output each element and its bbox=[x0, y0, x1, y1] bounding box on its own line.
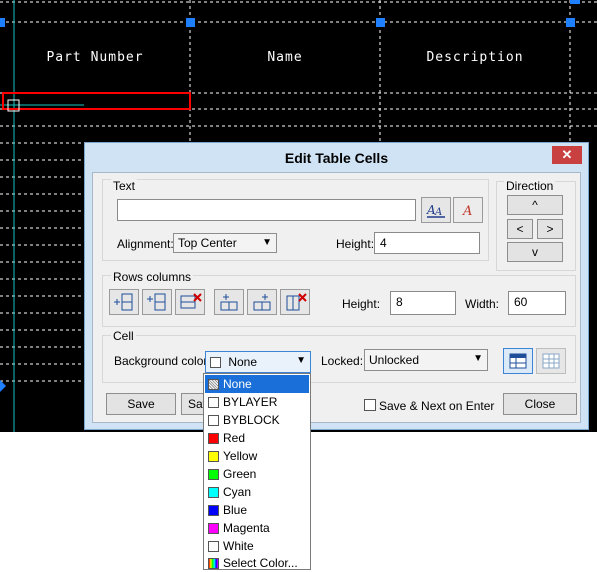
column-width-input[interactable]: 60 bbox=[508, 291, 566, 315]
dropdown-item-red[interactable]: Red bbox=[205, 429, 309, 447]
text-height-label: Height: bbox=[336, 237, 375, 251]
text-height-input[interactable]: 4 bbox=[374, 232, 480, 254]
background-color-dropdown: None BYLAYER BYBLOCK Red Yellow Green Cy… bbox=[203, 373, 311, 570]
grip-handle[interactable] bbox=[0, 18, 5, 27]
dropdown-item-bylayer[interactable]: BYLAYER bbox=[205, 393, 309, 411]
alignment-value: Top Center bbox=[178, 236, 237, 250]
locked-label: Locked: bbox=[321, 354, 364, 368]
color-swatch-icon bbox=[208, 451, 219, 462]
chevron-down-icon: ▼ bbox=[296, 355, 306, 366]
table-header-description: Description bbox=[426, 50, 524, 65]
background-color-select[interactable]: None ▼ bbox=[205, 351, 311, 373]
close-button[interactable]: Close bbox=[503, 393, 577, 415]
chevron-down-icon: ▼ bbox=[473, 353, 483, 364]
dropdown-item-yellow[interactable]: Yellow bbox=[205, 447, 309, 465]
color-swatch-icon bbox=[208, 379, 219, 390]
text-input[interactable] bbox=[117, 199, 416, 221]
color-swatch-icon bbox=[208, 541, 219, 552]
text-format-icon[interactable]: AA bbox=[421, 197, 451, 223]
color-swatch-icon bbox=[208, 487, 219, 498]
save-next-checkbox[interactable] bbox=[364, 399, 376, 411]
background-color-label: Background color: bbox=[114, 354, 211, 368]
color-swatch-icon bbox=[208, 469, 219, 480]
svg-text:A: A bbox=[462, 204, 472, 219]
row-height-label: Height: bbox=[342, 297, 381, 311]
clear-format-icon[interactable]: A bbox=[453, 197, 483, 223]
grip-handle[interactable] bbox=[186, 18, 195, 27]
color-swatch-icon bbox=[208, 397, 219, 408]
row-height-input[interactable]: 8 bbox=[390, 291, 456, 315]
insert-column-left-icon[interactable] bbox=[214, 289, 244, 315]
table-header-part-number: Part Number bbox=[46, 50, 144, 65]
cell-group-legend: Cell bbox=[111, 329, 136, 343]
color-swatch-icon bbox=[208, 505, 219, 516]
chevron-down-icon: ▼ bbox=[262, 237, 272, 248]
direction-group-legend: Direction bbox=[504, 179, 556, 193]
dropdown-item-select-color[interactable]: Select Color... bbox=[205, 554, 309, 572]
dropdown-item-white[interactable]: White bbox=[205, 537, 309, 555]
grip-handle[interactable] bbox=[570, 0, 580, 4]
color-swatch-icon bbox=[208, 433, 219, 444]
edit-table-cells-dialog: Edit Table Cells ✕ Text AA A Alignment: … bbox=[84, 142, 589, 430]
delete-row-icon[interactable] bbox=[175, 289, 205, 315]
delete-column-icon[interactable] bbox=[280, 289, 310, 315]
rows-columns-legend: Rows columns bbox=[111, 270, 194, 284]
grip-handle[interactable] bbox=[566, 18, 575, 27]
cell-grid-icon[interactable] bbox=[536, 348, 566, 374]
column-width-label: Width: bbox=[465, 297, 500, 311]
insert-row-below-icon[interactable] bbox=[142, 289, 172, 315]
table-header-name: Name bbox=[267, 50, 303, 65]
direction-down-button[interactable]: v bbox=[507, 242, 563, 262]
direction-up-button[interactable]: ^ bbox=[507, 195, 563, 215]
dropdown-item-cyan[interactable]: Cyan bbox=[205, 483, 309, 501]
cell-borders-icon[interactable] bbox=[503, 348, 533, 374]
background-color-value: None bbox=[228, 355, 258, 369]
direction-right-button[interactable]: > bbox=[537, 219, 563, 239]
color-palette-icon bbox=[208, 558, 219, 569]
grip-handle[interactable] bbox=[376, 18, 385, 27]
dialog-title: Edit Table Cells bbox=[284, 150, 389, 166]
save-button[interactable]: Save bbox=[106, 393, 176, 415]
color-swatch-icon bbox=[208, 523, 219, 534]
locked-select[interactable]: Unlocked ▼ bbox=[364, 349, 488, 371]
insert-column-right-icon[interactable] bbox=[247, 289, 277, 315]
locked-value: Unlocked bbox=[369, 353, 420, 367]
save-next-label: Save & Next on Enter bbox=[379, 399, 495, 413]
dropdown-item-blue[interactable]: Blue bbox=[205, 501, 309, 519]
dropdown-item-byblock[interactable]: BYBLOCK bbox=[205, 411, 309, 429]
alignment-label: Alignment: bbox=[117, 237, 174, 251]
dialog-close-icon[interactable]: ✕ bbox=[552, 146, 582, 164]
dropdown-item-none[interactable]: None bbox=[205, 375, 309, 393]
dialog-body: Text AA A Alignment: Top Center ▼ Height… bbox=[92, 172, 581, 423]
direction-left-button[interactable]: < bbox=[507, 219, 533, 239]
dropdown-item-magenta[interactable]: Magenta bbox=[205, 519, 309, 537]
alignment-select[interactable]: Top Center ▼ bbox=[173, 233, 277, 253]
color-swatch-icon bbox=[208, 415, 219, 426]
dropdown-item-green[interactable]: Green bbox=[205, 465, 309, 483]
color-swatch-icon bbox=[210, 357, 221, 369]
text-group-legend: Text bbox=[111, 179, 138, 193]
insert-row-above-icon[interactable] bbox=[109, 289, 139, 315]
grip-arrow-icon[interactable] bbox=[0, 380, 6, 392]
